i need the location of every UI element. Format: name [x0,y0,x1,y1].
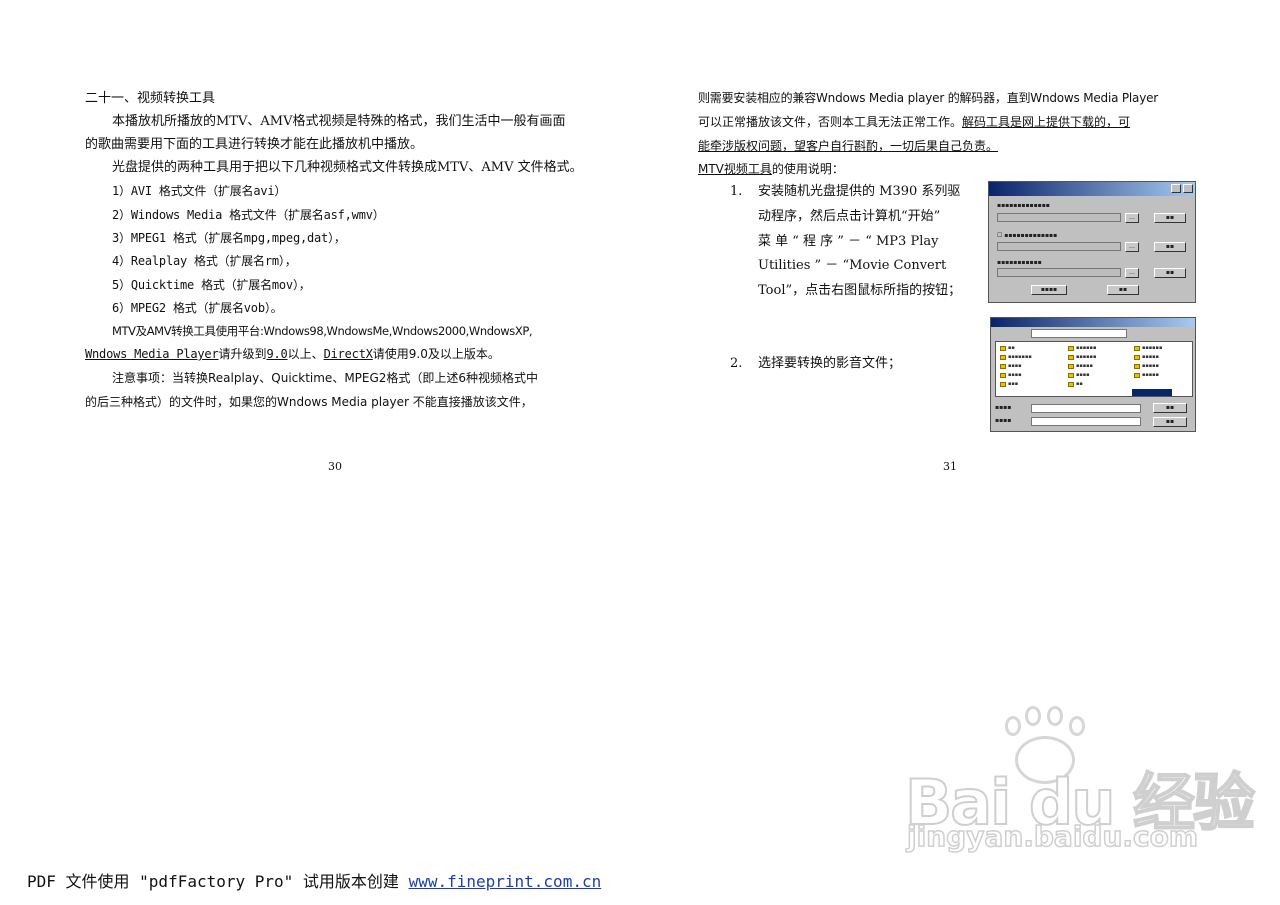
tool-title: MTV视频工具 [698,162,772,176]
paragraph-line: 则需要安装相应的兼容Wndows Media player 的解码器，直到Wnd… [698,91,1159,105]
left-page: 二十一、视频转换工具 本播放机所播放的MTV、AMV格式视频是特殊的格式，我们生… [0,0,640,905]
tool-title-line: MTV视频工具的使用说明： [698,160,844,178]
start-button: ▪▪▪▪ [1031,285,1067,295]
footer-link[interactable]: www.fineprint.com.cn [409,872,602,891]
format-item: 3）MPEG1 格式（扩展名mpg,mpeg,dat）， [112,231,346,245]
lookin-dropdown [1031,329,1127,338]
paw-toe-icon [1005,716,1021,736]
open-file-dialog-image: ▪▪ ▪▪▪▪▪▪▪ ▪▪▪▪ ▪▪▪▪ ▪▪▪ ▪▪▪▪▪▪ ▪▪▪▪▪▪ ▪… [990,317,1196,432]
note-line: 的后三种格式）的文件时，如果您的Wndows Media player 不能直接… [85,395,533,409]
filetype-label: ▪▪▪▪ [995,417,1012,424]
filename-label: ▪▪▪▪ [995,404,1012,411]
paragraph-line: 本播放机所播放的MTV、AMV格式视频是特殊的格式，我们生活中一般有画面 [112,114,566,129]
upgrade-text: 请升级到 [218,347,267,361]
baidu-watermark: Bai du 经验 jingyan.baidu.com [904,706,1256,862]
wmp-link-text: Wndows Media Player [85,347,219,361]
upgrade-text: 请使用9.0及以上版本。 [372,347,500,361]
paragraph-line: 的歌曲需要用下面的工具进行转换才能在此播放机中播放。 [85,137,424,152]
step-line: 安装随机光盘提供的 M390 系列驱 [758,184,961,199]
source-label: ▪▪▪▪▪▪▪▪▪▪▪▪▪ [997,202,1050,209]
browse-button: … [1125,213,1139,223]
step-number: 2. [730,356,743,371]
close-icon [1183,184,1193,193]
converter-dialog-image: ▪▪▪▪▪▪▪▪▪▪▪▪▪ … ▪▪ ☐ ▪▪▪▪▪▪▪▪▪▪▪▪▪ … ▪▪ … [988,181,1196,303]
paw-toe-icon [1047,706,1063,726]
format-item: 5）Quicktime 格式（扩展名mov）， [112,278,311,292]
browse-button: … [1125,268,1139,278]
paragraph-text: 可以正常播放该文件，否则本工具无法正常工作。 [698,115,963,129]
format-item: 2）Windows Media 格式文件（扩展名asf,wmv） [112,208,385,222]
directx-text: DirectX [323,347,373,361]
section-heading: 二十一、视频转换工具 [85,91,216,106]
step-number: 1. [730,184,743,199]
step-line: Utilities ” － “Movie Convert [758,258,947,273]
source-field [997,213,1121,222]
paw-toe-icon [1069,716,1085,736]
step-line: 选择要转换的影音文件； [758,356,902,371]
footer-text: PDF 文件使用 "pdfFactory Pro" 试用版本创建 [27,872,409,891]
tool-title-suffix: 的使用说明： [771,162,844,176]
dialog-button: ▪▪ [1154,213,1186,223]
dialog-button: ▪▪ [1154,268,1186,278]
page-number: 31 [943,460,957,473]
output-field [997,268,1121,277]
step-line: 动程序，然后点击计算机“开始” [758,209,941,224]
note-line: 注意事项：当转换Realplay、Quicktime、MPEG2格式（即上述6种… [112,371,539,385]
format-item: 6）MPEG2 格式（扩展名vob）。 [112,301,283,315]
dialog-titlebar [989,182,1195,196]
paragraph-line: 可以正常播放该文件，否则本工具无法正常工作。解码工具是网上提供下载的，可 [698,113,1130,131]
open-button: ▪▪ [1153,403,1187,413]
filetype-field [1031,417,1141,426]
dialog-button: ▪▪ [1154,242,1186,252]
exit-button: ▪▪ [1107,285,1139,295]
version-text: 9.0 [266,347,288,361]
pdf-footer: PDF 文件使用 "pdfFactory Pro" 试用版本创建 www.fin… [27,868,601,892]
page-number: 30 [328,460,342,473]
dialog-titlebar [991,318,1195,327]
upgrade-text: 以上、 [287,347,324,361]
option-checkbox: ☐ ▪▪▪▪▪▪▪▪▪▪▪▪▪ [997,232,1058,239]
file-list: ▪▪ ▪▪▪▪▪▪▪ ▪▪▪▪ ▪▪▪▪ ▪▪▪ ▪▪▪▪▪▪ ▪▪▪▪▪▪ ▪… [995,341,1193,397]
format-item: 1）AVI 格式文件（扩展名avi） [112,184,287,198]
paragraph-line: 光盘提供的两种工具用于把以下几种视频格式文件转换成MTV、AMV 文件格式。 [112,160,583,175]
cancel-button: ▪▪ [1153,417,1187,427]
minimize-icon [1171,184,1181,193]
selected-file [1132,389,1172,396]
paw-toe-icon [1025,706,1041,726]
step-line: Tool”，点击右图鼠标所指的按钮； [758,283,962,298]
upgrade-line: Wndows Media Player请升级到9.0以上、DirectX请使用9… [85,345,500,363]
step-line: 菜 单 “ 程 序 ” － “ MP3 Play [758,234,939,249]
browse-button: … [1125,242,1139,252]
audio-field [997,242,1121,251]
filename-field [1031,404,1141,413]
warning-text: 解码工具是网上提供下载的，可 [962,115,1131,129]
output-label: ▪▪▪▪▪▪▪▪▪▪▪ [997,259,1042,266]
watermark-url: jingyan.baidu.com [906,819,1199,854]
format-item: 4）Realplay 格式（扩展名rm）， [112,254,297,268]
warning-text: 能牵涉版权问题，望客户自行斟酌，一切后果自己负责。 [698,139,999,153]
platform-line: MTV及AMV转换工具使用平台:Wndows98,WndowsMe,Wndows… [112,324,533,338]
